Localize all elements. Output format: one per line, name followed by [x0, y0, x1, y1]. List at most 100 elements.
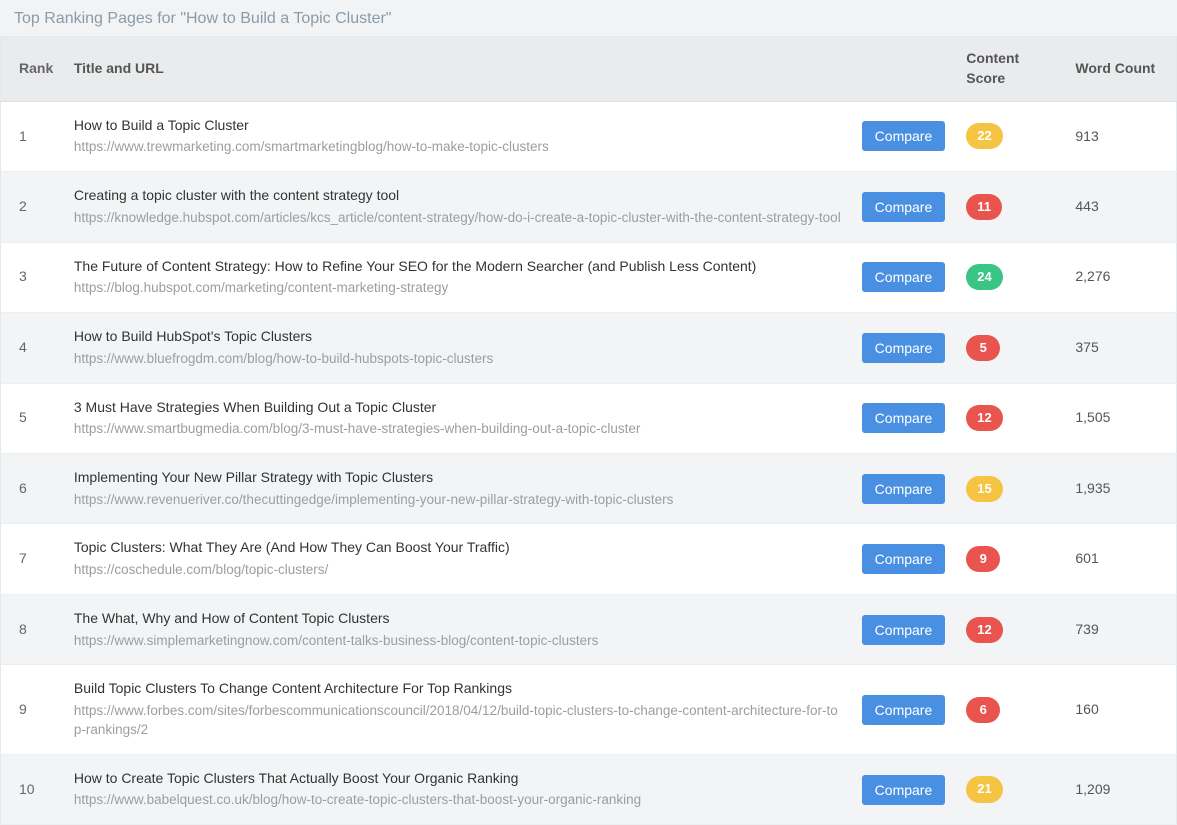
compare-button[interactable]: Compare [862, 262, 946, 292]
table-row: 10 How to Create Topic Clusters That Actu… [1, 754, 1177, 824]
content-score-badge: 12 [966, 617, 1002, 643]
content-score-cell: 24 [956, 242, 1065, 312]
compare-cell: Compare [852, 242, 957, 312]
compare-button[interactable]: Compare [862, 544, 946, 574]
page-row-title[interactable]: The What, Why and How of Content Topic C… [74, 609, 842, 629]
content-score-cell: 6 [956, 665, 1065, 754]
ranking-table: Rank Title and URL Content Score Word Co… [0, 36, 1177, 825]
content-score-cell: 21 [956, 754, 1065, 824]
word-count-cell: 2,276 [1065, 242, 1176, 312]
word-count-cell: 913 [1065, 101, 1176, 171]
compare-cell: Compare [852, 665, 957, 754]
table-row: 2 Creating a topic cluster with the conte… [1, 172, 1177, 242]
title-url-cell: How to Create Topic Clusters That Actual… [64, 754, 852, 824]
table-row: 5 3 Must Have Strategies When Building Ou… [1, 383, 1177, 453]
content-score-cell: 15 [956, 454, 1065, 524]
rank-cell: 3 [1, 242, 64, 312]
page-row-url[interactable]: https://knowledge.hubspot.com/articles/k… [74, 209, 842, 228]
compare-button[interactable]: Compare [862, 192, 946, 222]
table-row: 8 The What, Why and How of Content Topic … [1, 594, 1177, 664]
content-score-badge: 15 [966, 476, 1002, 502]
table-row: 1 How to Build a Topic Cluster https://www… [1, 101, 1177, 171]
page-row-title[interactable]: How to Build HubSpot's Topic Clusters [74, 327, 842, 347]
rank-cell: 4 [1, 313, 64, 383]
rank-cell: 1 [1, 101, 64, 171]
compare-button[interactable]: Compare [862, 333, 946, 363]
page-row-title[interactable]: How to Build a Topic Cluster [74, 116, 842, 136]
content-score-cell: 12 [956, 383, 1065, 453]
page-row-url[interactable]: https://www.bluefrogdm.com/blog/how-to-b… [74, 350, 842, 369]
page-row-title[interactable]: Implementing Your New Pillar Strategy wi… [74, 468, 842, 488]
table-header-row: Rank Title and URL Content Score Word Co… [1, 37, 1177, 101]
rank-cell: 2 [1, 172, 64, 242]
page-row-title[interactable]: Build Topic Clusters To Change Content A… [74, 679, 842, 699]
compare-button[interactable]: Compare [862, 775, 946, 805]
col-header-compare [852, 37, 957, 101]
compare-cell: Compare [852, 524, 957, 594]
compare-cell: Compare [852, 454, 957, 524]
page-title: Top Ranking Pages for "How to Build a To… [0, 0, 1177, 36]
compare-button[interactable]: Compare [862, 615, 946, 645]
content-score-badge: 5 [966, 335, 1000, 361]
compare-cell: Compare [852, 594, 957, 664]
table-row: 3 The Future of Content Strategy: How to … [1, 242, 1177, 312]
col-header-rank[interactable]: Rank [1, 37, 64, 101]
word-count-cell: 443 [1065, 172, 1176, 242]
title-url-cell: Implementing Your New Pillar Strategy wi… [64, 454, 852, 524]
page-row-url[interactable]: https://www.forbes.com/sites/forbescommu… [74, 702, 842, 740]
table-row: 6 Implementing Your New Pillar Strategy w… [1, 454, 1177, 524]
rank-cell: 7 [1, 524, 64, 594]
word-count-cell: 375 [1065, 313, 1176, 383]
rank-cell: 5 [1, 383, 64, 453]
content-score-cell: 11 [956, 172, 1065, 242]
rank-cell: 9 [1, 665, 64, 754]
compare-button[interactable]: Compare [862, 695, 946, 725]
compare-cell: Compare [852, 313, 957, 383]
table-row: 9 Build Topic Clusters To Change Content … [1, 665, 1177, 754]
rank-cell: 6 [1, 454, 64, 524]
page-row-url[interactable]: https://www.smartbugmedia.com/blog/3-mus… [74, 420, 842, 439]
table-row: 4 How to Build HubSpot's Topic Clusters ht… [1, 313, 1177, 383]
rank-cell: 10 [1, 754, 64, 824]
compare-button[interactable]: Compare [862, 121, 946, 151]
page-row-url[interactable]: https://coschedule.com/blog/topic-cluste… [74, 561, 842, 580]
title-url-cell: Build Topic Clusters To Change Content A… [64, 665, 852, 754]
page-row-url[interactable]: https://www.babelquest.co.uk/blog/how-to… [74, 791, 842, 810]
content-score-cell: 9 [956, 524, 1065, 594]
rank-cell: 8 [1, 594, 64, 664]
word-count-cell: 739 [1065, 594, 1176, 664]
word-count-cell: 1,505 [1065, 383, 1176, 453]
content-score-cell: 12 [956, 594, 1065, 664]
title-url-cell: 3 Must Have Strategies When Building Out… [64, 383, 852, 453]
title-url-cell: The Future of Content Strategy: How to R… [64, 242, 852, 312]
content-score-badge: 9 [966, 546, 1000, 572]
word-count-cell: 1,935 [1065, 454, 1176, 524]
title-url-cell: How to Build HubSpot's Topic Clusters htt… [64, 313, 852, 383]
word-count-cell: 601 [1065, 524, 1176, 594]
content-score-badge: 12 [966, 405, 1002, 431]
table-row: 7 Topic Clusters: What They Are (And How … [1, 524, 1177, 594]
page-row-url[interactable]: https://www.revenueriver.co/thecuttinged… [74, 491, 842, 510]
compare-button[interactable]: Compare [862, 474, 946, 504]
page-row-title[interactable]: Creating a topic cluster with the conten… [74, 186, 842, 206]
page-row-title[interactable]: Topic Clusters: What They Are (And How T… [74, 538, 842, 558]
col-header-content-score[interactable]: Content Score [956, 37, 1065, 101]
word-count-cell: 160 [1065, 665, 1176, 754]
page-row-url[interactable]: https://www.trewmarketing.com/smartmarke… [74, 138, 842, 157]
col-header-word-count[interactable]: Word Count [1065, 37, 1176, 101]
title-url-cell: Creating a topic cluster with the conten… [64, 172, 852, 242]
content-score-badge: 11 [966, 194, 1002, 220]
content-score-badge: 24 [966, 264, 1002, 290]
compare-cell: Compare [852, 101, 957, 171]
page-row-url[interactable]: https://www.simplemarketingnow.com/conte… [74, 632, 842, 651]
page-row-title[interactable]: 3 Must Have Strategies When Building Out… [74, 398, 842, 418]
page-row-title[interactable]: The Future of Content Strategy: How to R… [74, 257, 842, 277]
compare-cell: Compare [852, 754, 957, 824]
content-score-badge: 21 [966, 776, 1002, 802]
content-score-cell: 5 [956, 313, 1065, 383]
compare-button[interactable]: Compare [862, 403, 946, 433]
page-row-url[interactable]: https://blog.hubspot.com/marketing/conte… [74, 279, 842, 298]
compare-cell: Compare [852, 172, 957, 242]
col-header-title-url[interactable]: Title and URL [64, 37, 852, 101]
page-row-title[interactable]: How to Create Topic Clusters That Actual… [74, 769, 842, 789]
